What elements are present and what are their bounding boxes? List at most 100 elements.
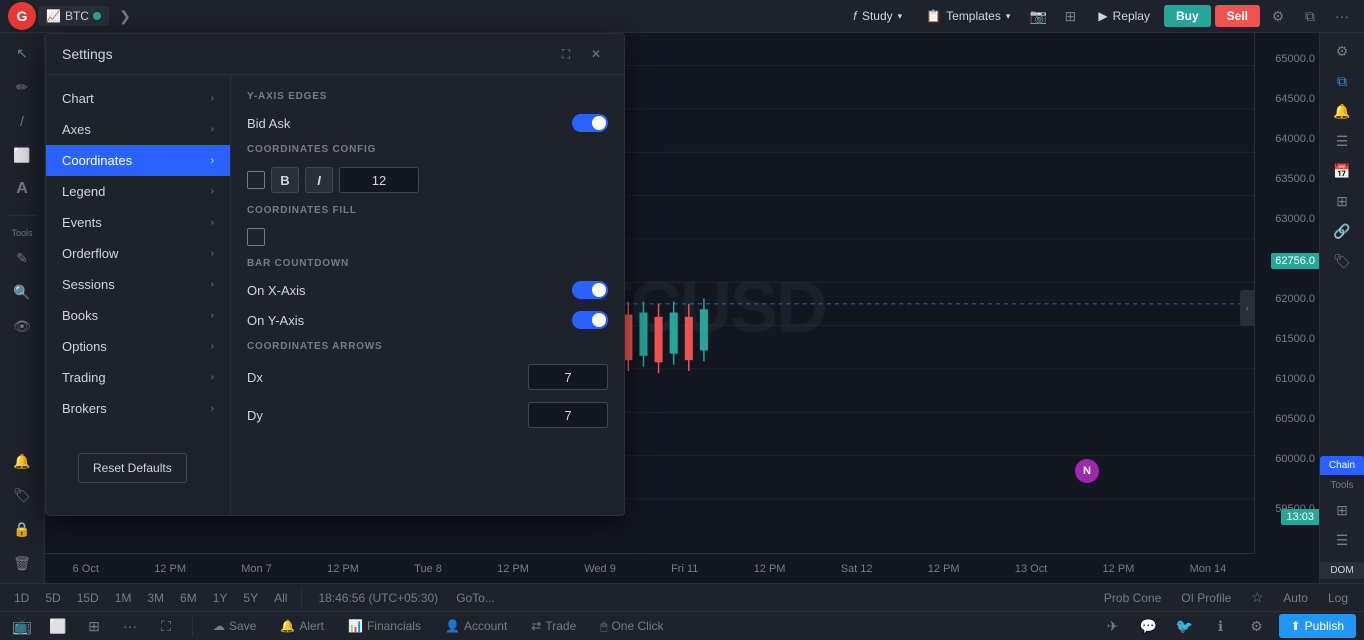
- link-icon[interactable]: 🔗: [1328, 217, 1356, 245]
- oi-profile-btn[interactable]: OI Profile: [1173, 589, 1239, 607]
- trade-icon: ⇄: [531, 619, 541, 633]
- bottom-actions-row: 📺 ⬜ ⊞ ··· ⛶ ☁ Save 🔔 Alert 📊 Financials …: [0, 612, 1364, 640]
- discord-icon[interactable]: 💬: [1135, 612, 1163, 640]
- compare-button[interactable]: ⊞: [1056, 2, 1084, 30]
- expand-button[interactable]: ❯: [111, 2, 139, 30]
- financials-button[interactable]: 📊 Financials: [340, 614, 429, 638]
- dy-input[interactable]: [528, 402, 608, 428]
- alert-tool[interactable]: 🔔: [6, 445, 38, 477]
- goto-button[interactable]: GoTo...: [450, 589, 501, 607]
- auto-btn[interactable]: Auto: [1275, 589, 1316, 607]
- grid-bottom-icon[interactable]: ⊞: [80, 612, 108, 640]
- star-btn[interactable]: ☆: [1243, 584, 1271, 612]
- tf-1y[interactable]: 1Y: [207, 589, 234, 607]
- logo-button[interactable]: G: [8, 2, 36, 30]
- nav-options-chevron: ›: [211, 341, 214, 352]
- on-y-axis-toggle[interactable]: [572, 311, 608, 329]
- tf-all[interactable]: All: [268, 589, 293, 607]
- dy-row: Dy: [247, 402, 608, 428]
- more-button[interactable]: ···: [1328, 2, 1356, 30]
- coord-fill-swatch[interactable]: [247, 228, 265, 246]
- one-click-button[interactable]: 🖱 One Click: [592, 614, 671, 638]
- dx-input[interactable]: [528, 364, 608, 390]
- time-13oct: 13 Oct: [1015, 563, 1047, 575]
- replay-button[interactable]: ▶ Replay: [1088, 2, 1160, 30]
- gear-settings-icon[interactable]: ⚙: [1328, 37, 1356, 65]
- twitter-icon[interactable]: 🐦: [1171, 612, 1199, 640]
- ticker-badge[interactable]: 📈 BTC: [38, 6, 109, 26]
- study-button[interactable]: 𝑓 Study ▾: [843, 2, 912, 30]
- buy-button[interactable]: Buy: [1164, 5, 1211, 27]
- sidebar-list-icon[interactable]: ☰: [1328, 526, 1356, 554]
- nav-trading[interactable]: Trading ›: [46, 362, 230, 393]
- sell-button[interactable]: Sell: [1215, 5, 1260, 27]
- trash-tool[interactable]: 🗑: [6, 547, 38, 579]
- tf-1m[interactable]: 1M: [109, 589, 138, 607]
- tf-15d[interactable]: 15D: [71, 589, 105, 607]
- nav-coordinates[interactable]: Coordinates ›: [46, 145, 230, 176]
- nav-sessions[interactable]: Sessions ›: [46, 269, 230, 300]
- dom-badge[interactable]: DOM: [1320, 562, 1364, 579]
- expand-right-btn[interactable]: ›: [1240, 290, 1254, 326]
- draw-tool[interactable]: ✏: [6, 71, 38, 103]
- tf-3m[interactable]: 3M: [141, 589, 170, 607]
- pencil-tool[interactable]: ✎: [6, 242, 38, 274]
- settings-gear-icon[interactable]: ⚙: [1264, 2, 1292, 30]
- tf-5y[interactable]: 5Y: [237, 589, 264, 607]
- fullscreen-icon[interactable]: ⛶: [152, 612, 180, 640]
- cursor-tool[interactable]: ↖: [6, 37, 38, 69]
- more-dots-icon[interactable]: ···: [116, 612, 144, 640]
- color-swatch[interactable]: [247, 171, 265, 189]
- nav-options[interactable]: Options ›: [46, 331, 230, 362]
- alert-button[interactable]: 🔔 Alert: [272, 614, 332, 638]
- lock-tool[interactable]: 🔒: [6, 513, 38, 545]
- settings-close-icon[interactable]: ✕: [584, 42, 608, 66]
- camera-button[interactable]: 📷: [1024, 2, 1052, 30]
- log-btn[interactable]: Log: [1320, 589, 1356, 607]
- nav-orderflow[interactable]: Orderflow ›: [46, 238, 230, 269]
- tf-5d[interactable]: 5D: [39, 589, 66, 607]
- tag-icon[interactable]: 🏷: [1328, 247, 1356, 275]
- on-x-axis-toggle[interactable]: [572, 281, 608, 299]
- bell-icon[interactable]: 🔔: [1328, 97, 1356, 125]
- nav-legend[interactable]: Legend ›: [46, 176, 230, 207]
- italic-button[interactable]: I: [305, 167, 333, 193]
- telegram-icon[interactable]: ✈: [1099, 612, 1127, 640]
- tf-1d[interactable]: 1D: [8, 589, 35, 607]
- calendar-icon[interactable]: 📅: [1328, 157, 1356, 185]
- layers-button[interactable]: ⧉: [1296, 2, 1324, 30]
- line-tool[interactable]: /: [6, 105, 38, 137]
- nav-chart[interactable]: Chart ›: [46, 83, 230, 114]
- bookmark-tool[interactable]: 🏷: [6, 479, 38, 511]
- templates-button[interactable]: 📋 Templates ▾: [916, 2, 1020, 30]
- aspect-icon[interactable]: ⬜: [44, 612, 72, 640]
- info-icon[interactable]: ℹ: [1207, 612, 1235, 640]
- account-button[interactable]: 👤 Account: [437, 614, 515, 638]
- settings-bottom-icon[interactable]: ⚙: [1243, 612, 1271, 640]
- settings-expand-icon[interactable]: ⛶: [554, 42, 578, 66]
- trade-button[interactable]: ⇄ Trade: [523, 614, 584, 638]
- watchlist-icon[interactable]: ☰: [1328, 127, 1356, 155]
- tv-icon[interactable]: 📺: [8, 612, 36, 640]
- prob-cone-btn[interactable]: Prob Cone: [1096, 589, 1169, 607]
- nav-books[interactable]: Books ›: [46, 300, 230, 331]
- reset-defaults-button[interactable]: Reset Defaults: [78, 453, 187, 483]
- bid-ask-toggle[interactable]: [572, 114, 608, 132]
- publish-button[interactable]: ⬆ Publish: [1279, 614, 1356, 638]
- font-size-input[interactable]: [339, 167, 419, 193]
- eye-tool[interactable]: 👁: [6, 310, 38, 342]
- chain-badge[interactable]: Chain: [1320, 456, 1364, 475]
- tf-6m[interactable]: 6M: [174, 589, 203, 607]
- text-tool[interactable]: A: [6, 173, 38, 205]
- measure-tool[interactable]: ⬜: [6, 139, 38, 171]
- nav-events[interactable]: Events ›: [46, 207, 230, 238]
- save-button[interactable]: ☁ Save: [205, 614, 264, 638]
- grid-icon[interactable]: ⊞: [1328, 187, 1356, 215]
- nav-brokers[interactable]: Brokers ›: [46, 393, 230, 424]
- sidebar-grid-icon[interactable]: ⊞: [1328, 496, 1356, 524]
- layers-icon[interactable]: ⧉: [1328, 67, 1356, 95]
- bold-button[interactable]: B: [271, 167, 299, 193]
- settings-body: Chart › Axes › Coordinates › Legend › Ev…: [46, 75, 624, 515]
- zoom-tool[interactable]: 🔍: [6, 276, 38, 308]
- nav-axes[interactable]: Axes ›: [46, 114, 230, 145]
